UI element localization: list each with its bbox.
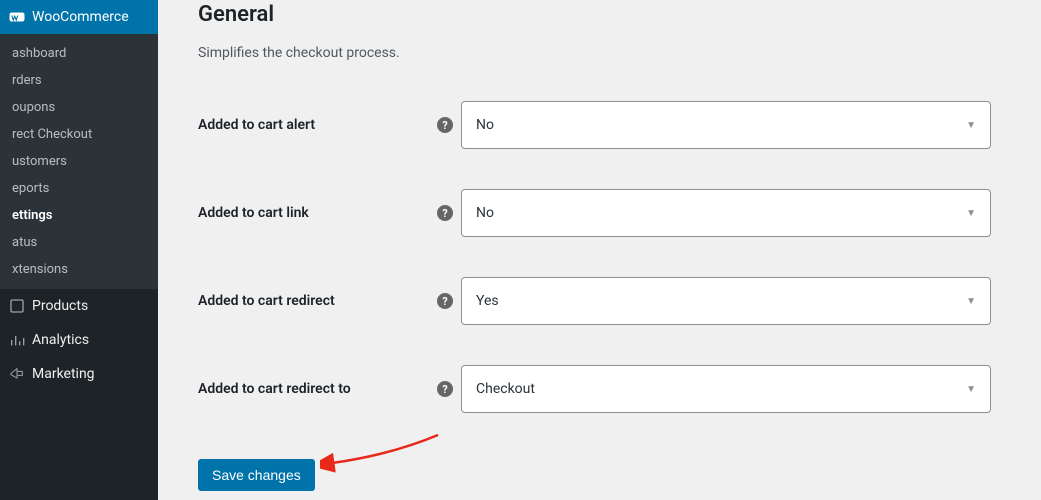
chevron-down-icon: ▼ <box>966 120 976 131</box>
select-added-to-cart-alert[interactable]: No ▼ <box>461 101 991 149</box>
sidebar-item-analytics[interactable]: Analytics <box>0 323 158 357</box>
admin-sidebar: WooCommerce ashboard rders oupons rect C… <box>0 0 158 500</box>
page-description: Simplifies the checkout process. <box>198 45 1001 61</box>
save-button[interactable]: Save changes <box>198 459 315 491</box>
select-added-to-cart-redirect[interactable]: Yes ▼ <box>461 277 991 325</box>
sidebar-sub-reports[interactable]: eports <box>0 175 158 202</box>
sidebar-item-label: Marketing <box>32 366 95 382</box>
sidebar-sub-dashboard[interactable]: ashboard <box>0 40 158 67</box>
field-label: Added to cart redirect ? <box>198 293 461 309</box>
main-content: General Simplifies the checkout process.… <box>158 0 1041 500</box>
chevron-down-icon: ▼ <box>966 208 976 219</box>
sidebar-sub-orders[interactable]: rders <box>0 67 158 94</box>
analytics-icon <box>8 331 26 349</box>
field-label-text: Added to cart redirect to <box>198 381 351 397</box>
chevron-down-icon: ▼ <box>966 384 976 395</box>
select-value: No <box>476 205 494 221</box>
field-label: Added to cart link ? <box>198 205 461 221</box>
page-title: General <box>198 2 1001 27</box>
field-label-text: Added to cart redirect <box>198 293 335 309</box>
field-added-to-cart-alert: Added to cart alert ? No ▼ <box>198 101 1001 149</box>
help-icon[interactable]: ? <box>437 293 453 309</box>
field-added-to-cart-redirect: Added to cart redirect ? Yes ▼ <box>198 277 1001 325</box>
sidebar-sub-status[interactable]: atus <box>0 229 158 256</box>
select-added-to-cart-redirect-to[interactable]: Checkout ▼ <box>461 365 991 413</box>
sidebar-item-products[interactable]: Products <box>0 289 158 323</box>
chevron-down-icon: ▼ <box>966 296 976 307</box>
help-icon[interactable]: ? <box>437 381 453 397</box>
select-value: Checkout <box>476 381 535 397</box>
field-label: Added to cart redirect to ? <box>198 381 461 397</box>
select-added-to-cart-link[interactable]: No ▼ <box>461 189 991 237</box>
sidebar-sub-menu: ashboard rders oupons rect Checkout usto… <box>0 34 158 289</box>
field-label-text: Added to cart link <box>198 205 309 221</box>
marketing-icon <box>8 365 26 383</box>
sidebar-sub-extensions[interactable]: xtensions <box>0 256 158 283</box>
help-icon[interactable]: ? <box>437 117 453 133</box>
woocommerce-icon <box>8 8 26 26</box>
sidebar-item-label: Products <box>32 298 88 314</box>
sidebar-item-label: Analytics <box>32 332 89 348</box>
sidebar-item-woocommerce[interactable]: WooCommerce <box>0 0 158 34</box>
select-value: Yes <box>476 293 499 309</box>
field-label-text: Added to cart alert <box>198 117 315 133</box>
field-added-to-cart-redirect-to: Added to cart redirect to ? Checkout ▼ <box>198 365 1001 413</box>
sidebar-sub-customers[interactable]: ustomers <box>0 148 158 175</box>
sidebar-item-label: WooCommerce <box>32 9 129 25</box>
field-added-to-cart-link: Added to cart link ? No ▼ <box>198 189 1001 237</box>
help-icon[interactable]: ? <box>437 205 453 221</box>
select-value: No <box>476 117 494 133</box>
products-icon <box>8 297 26 315</box>
sidebar-sub-settings[interactable]: ettings <box>0 202 158 229</box>
sidebar-sub-direct-checkout[interactable]: rect Checkout <box>0 121 158 148</box>
sidebar-item-marketing[interactable]: Marketing <box>0 357 158 391</box>
sidebar-sub-coupons[interactable]: oupons <box>0 94 158 121</box>
field-label: Added to cart alert ? <box>198 117 461 133</box>
